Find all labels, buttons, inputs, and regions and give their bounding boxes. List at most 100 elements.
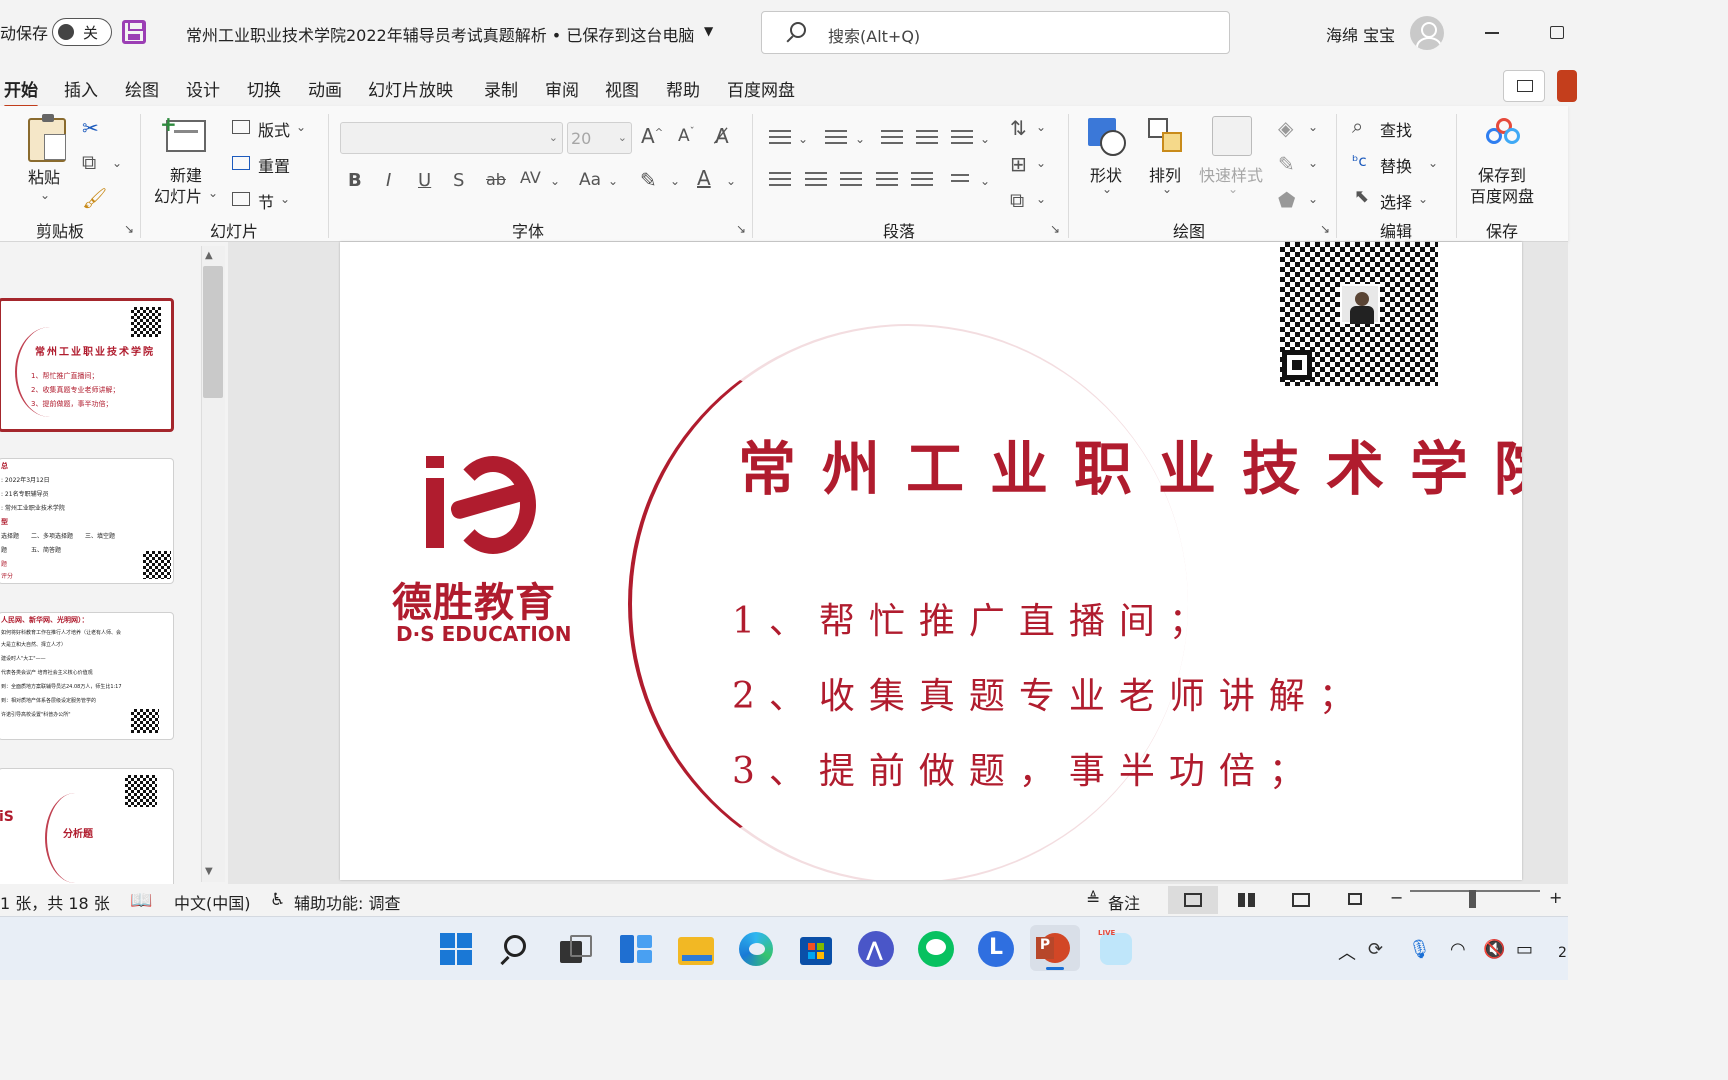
file-explorer-icon[interactable] <box>676 929 716 969</box>
chevron-down-icon[interactable]: ⌄ <box>296 120 306 134</box>
line-spacing-icon[interactable] <box>951 130 973 148</box>
dialog-launcher-icon[interactable]: ↘ <box>1050 222 1060 236</box>
underline-icon[interactable]: U <box>418 170 431 191</box>
scroll-up-icon[interactable]: ▲ <box>205 250 213 261</box>
arrange-icon[interactable] <box>1148 118 1182 152</box>
chevron-down-icon[interactable]: ⌄ <box>855 132 865 146</box>
section-label[interactable]: 节 <box>258 189 274 213</box>
replace-icon[interactable]: ᵇc <box>1352 152 1367 170</box>
character-spacing-icon[interactable]: AV <box>520 168 541 187</box>
microsoft-store-icon[interactable] <box>796 929 836 969</box>
chevron-down-icon[interactable]: ⌄ <box>1036 156 1046 170</box>
distributed-icon[interactable] <box>911 172 933 190</box>
microphone-icon[interactable]: 🎙 <box>1408 939 1431 960</box>
section-icon[interactable] <box>232 192 250 206</box>
align-text-icon[interactable]: ⊞ <box>1010 152 1027 176</box>
sync-icon[interactable]: ⟳ <box>1368 939 1383 960</box>
font-name-select[interactable]: ⌄ <box>340 122 563 154</box>
tab-insert[interactable]: 插入 <box>64 76 98 101</box>
columns-icon[interactable] <box>951 174 969 186</box>
notes-button[interactable]: 备注 <box>1108 890 1140 914</box>
layout-icon[interactable] <box>232 120 250 134</box>
battery-icon[interactable]: ▭ <box>1516 939 1533 960</box>
minimize-button[interactable] <box>1485 32 1499 34</box>
baidu-netdisk-icon[interactable] <box>1484 118 1522 152</box>
save-icon[interactable] <box>122 20 146 44</box>
bullets-icon[interactable] <box>769 130 791 148</box>
chevron-down-icon[interactable]: ⌄ <box>208 186 218 200</box>
tab-record[interactable]: 录制 <box>484 76 518 101</box>
paste-icon[interactable] <box>28 114 66 162</box>
replace-label[interactable]: 替换 <box>1380 153 1412 177</box>
decrease-indent-icon[interactable] <box>881 130 903 148</box>
align-left-icon[interactable] <box>769 172 791 190</box>
notes-icon[interactable]: ≜ <box>1086 890 1100 910</box>
select-cursor-icon[interactable]: ⬉ <box>1354 186 1369 207</box>
numbering-icon[interactable] <box>825 130 847 148</box>
slide-thumbnail-2[interactable]: 总 : 2022年3月12日 : 21名专职辅导员 : 常州工业职业技术学院 型… <box>0 458 174 584</box>
slide-thumbnail-3[interactable]: 人民网、新华网、光明网）： 如何将好科教育工作在推行人才培养（让老有人师、会 大… <box>0 612 174 740</box>
bilibili-live-icon[interactable]: LIVE <box>1096 929 1136 969</box>
shapes-icon[interactable] <box>1088 118 1126 156</box>
scroll-down-icon[interactable]: ▼ <box>205 866 213 877</box>
copy-icon[interactable]: ⧉ <box>82 150 96 174</box>
clear-formatting-icon[interactable]: A̸ <box>715 124 729 148</box>
chevron-down-icon[interactable]: ⌄ <box>280 192 290 206</box>
chevron-down-icon[interactable]: ⌄ <box>1228 182 1238 196</box>
widgets-icon[interactable] <box>616 929 656 969</box>
text-direction-icon[interactable]: ⇅ <box>1010 116 1027 140</box>
chevron-down-icon[interactable]: ⌄ <box>112 156 122 170</box>
increase-font-icon[interactable]: A^ <box>641 124 663 148</box>
tab-design[interactable]: 设计 <box>186 76 220 101</box>
wechat-icon[interactable] <box>916 929 956 969</box>
powerpoint-icon[interactable]: P <box>1030 925 1080 971</box>
tab-help[interactable]: 帮助 <box>666 76 700 101</box>
chevron-down-icon[interactable]: ⌄ <box>670 174 680 188</box>
change-case-icon[interactable]: Aa <box>579 170 601 190</box>
dialog-launcher-icon[interactable]: ↘ <box>1320 222 1330 236</box>
tab-draw[interactable]: 绘图 <box>125 76 159 101</box>
task-view-icon[interactable] <box>556 929 596 969</box>
scrollbar-thumb[interactable] <box>203 266 223 398</box>
chevron-down-icon[interactable]: ⌄ <box>726 174 736 188</box>
dialog-launcher-icon[interactable]: ↘ <box>736 222 746 236</box>
align-right-icon[interactable] <box>840 172 862 190</box>
reset-icon[interactable] <box>232 156 250 170</box>
shape-effects-icon[interactable]: ⬟ <box>1278 188 1295 212</box>
shadow-icon[interactable]: S <box>453 170 464 191</box>
smartart-icon[interactable]: ⧉ <box>1010 188 1024 212</box>
save-to-label-2[interactable]: 百度网盘 <box>1470 183 1534 207</box>
zoom-slider-thumb[interactable] <box>1469 890 1476 908</box>
bold-icon[interactable]: B <box>348 170 362 191</box>
chevron-down-icon[interactable]: ⌄ <box>1036 120 1046 134</box>
search-box[interactable]: 搜索(Alt+Q) <box>761 11 1230 54</box>
strikethrough-icon[interactable]: ab <box>486 170 506 189</box>
slide-list-item[interactable]: 2、收集真题专业老师讲解； <box>732 667 1369 719</box>
chevron-up-icon[interactable]: ︿ <box>1338 939 1356 965</box>
slide-title[interactable]: 常州工业职业技术学院 <box>738 422 1522 506</box>
italic-icon[interactable]: I <box>386 170 391 191</box>
slideshow-button[interactable] <box>1330 886 1380 914</box>
share-button[interactable] <box>1557 70 1577 102</box>
chevron-down-icon[interactable]: ⌄ <box>1102 182 1112 196</box>
increase-indent-icon[interactable] <box>916 130 938 148</box>
wifi-icon[interactable]: ◠ <box>1450 939 1466 960</box>
reading-view-button[interactable] <box>1276 886 1326 914</box>
find-label[interactable]: 查找 <box>1380 117 1412 141</box>
tab-animations[interactable]: 动画 <box>308 76 342 101</box>
chevron-down-icon[interactable]: ⌄ <box>1308 156 1318 170</box>
maximize-button[interactable] <box>1550 26 1564 39</box>
slide-editor[interactable]: 德胜教育 D·S EDUCATION 常州工业职业技术学院 1、帮忙推广直播间；… <box>340 242 1522 880</box>
chevron-down-icon[interactable]: ▼ <box>704 24 713 38</box>
comments-button[interactable] <box>1503 70 1545 102</box>
app-a-icon[interactable]: ⋀ <box>856 929 896 969</box>
windows-start-icon[interactable] <box>436 929 476 969</box>
chevron-down-icon[interactable]: ⌄ <box>1308 120 1318 134</box>
format-painter-icon[interactable]: 🖌 <box>82 186 107 210</box>
chevron-down-icon[interactable]: ⌄ <box>1162 182 1172 196</box>
edge-icon[interactable] <box>736 929 776 969</box>
spell-check-icon[interactable]: 📖 <box>130 890 152 911</box>
font-color-icon[interactable]: A <box>697 166 711 190</box>
shape-fill-icon[interactable]: ◈ <box>1278 116 1293 140</box>
clock[interactable]: 2 <box>1558 945 1567 961</box>
